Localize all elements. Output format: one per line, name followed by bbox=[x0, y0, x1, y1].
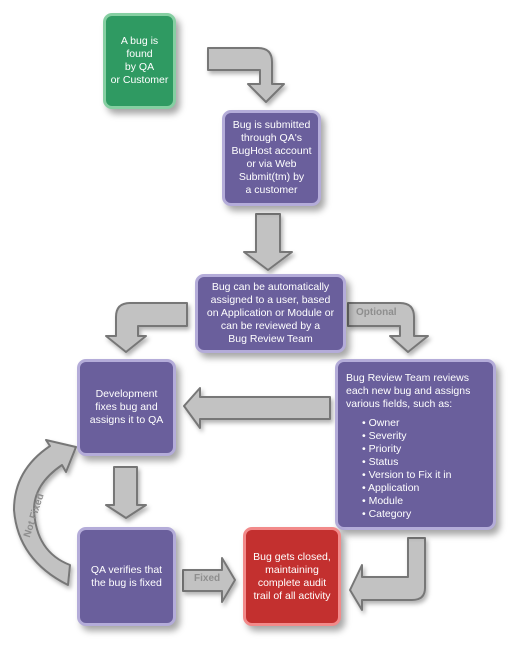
node-text: Bug is submitted bbox=[232, 119, 311, 131]
node-text: complete audit bbox=[257, 576, 327, 589]
node-text: or via Web bbox=[246, 158, 297, 170]
node-text: the bug is fixed bbox=[91, 576, 162, 589]
node-qa-verifies: QA verifies that the bug is fixed bbox=[77, 527, 176, 626]
arrow-not-fixed-loop bbox=[13, 439, 77, 586]
fixed-label: Fixed bbox=[194, 573, 221, 584]
review-field: Severity bbox=[362, 430, 451, 443]
arrow-review-to-closed bbox=[349, 537, 426, 611]
node-bug-found: A bug is found by QA or Customer bbox=[103, 13, 176, 109]
node-text: Development bbox=[95, 388, 158, 400]
node-bug-closed: Bug gets closed, maintaining complete au… bbox=[243, 527, 341, 626]
optional-label: Optional bbox=[356, 307, 397, 318]
review-field: Status bbox=[362, 456, 451, 469]
node-text: Bug gets closed, bbox=[253, 550, 331, 563]
node-text: each new bug and assigns bbox=[346, 385, 471, 397]
node-text: on Application or Module or bbox=[206, 307, 335, 319]
arrow-assigned-to-development bbox=[105, 302, 188, 353]
node-bug-submitted: Bug is submitted through QA's BugHost ac… bbox=[222, 110, 321, 206]
node-development-fixes: Development fixes bug and assigns it to … bbox=[77, 359, 176, 456]
node-text: Bug Review Team bbox=[228, 333, 313, 345]
node-text: A bug is found bbox=[120, 35, 159, 60]
node-text: assigned to a user, based bbox=[210, 294, 331, 306]
arrow-found-to-submitted bbox=[207, 47, 285, 103]
arrow-development-to-verify bbox=[105, 466, 147, 519]
node-text: by QA bbox=[124, 61, 155, 73]
node-text: Bug Review Team reviews bbox=[346, 372, 469, 384]
node-text: QA verifies that bbox=[90, 563, 163, 576]
review-fields-list: Owner Severity Priority Status Version t… bbox=[362, 417, 451, 521]
node-text: various fields, such as: bbox=[346, 398, 453, 410]
node-text: or Customer bbox=[110, 74, 169, 86]
node-text: trail of all activity bbox=[253, 589, 331, 602]
node-text: a customer bbox=[245, 184, 298, 196]
node-text: through QA's bbox=[241, 132, 302, 144]
node-text: BugHost account bbox=[231, 145, 312, 157]
arrow-review-to-development bbox=[183, 387, 331, 429]
node-text: Submit(tm) by bbox=[238, 171, 305, 183]
review-field: Application bbox=[362, 482, 451, 495]
node-text: can be reviewed by a bbox=[220, 320, 321, 332]
review-field: Version to Fix it in bbox=[362, 469, 452, 482]
review-field: Owner bbox=[362, 417, 451, 430]
arrow-submitted-to-assigned bbox=[243, 213, 293, 271]
node-text: Bug can be automatically bbox=[211, 281, 330, 293]
node-text: maintaining bbox=[265, 563, 319, 576]
node-review-team: Bug Review Team reviews each new bug and… bbox=[335, 359, 496, 530]
node-text: fixes bug and bbox=[95, 401, 158, 413]
review-field: Module bbox=[362, 495, 451, 508]
review-field: Priority bbox=[362, 443, 451, 456]
node-text: assigns it to QA bbox=[89, 414, 164, 426]
node-bug-assigned: Bug can be automatically assigned to a u… bbox=[195, 274, 346, 353]
review-field: Category bbox=[362, 508, 451, 521]
